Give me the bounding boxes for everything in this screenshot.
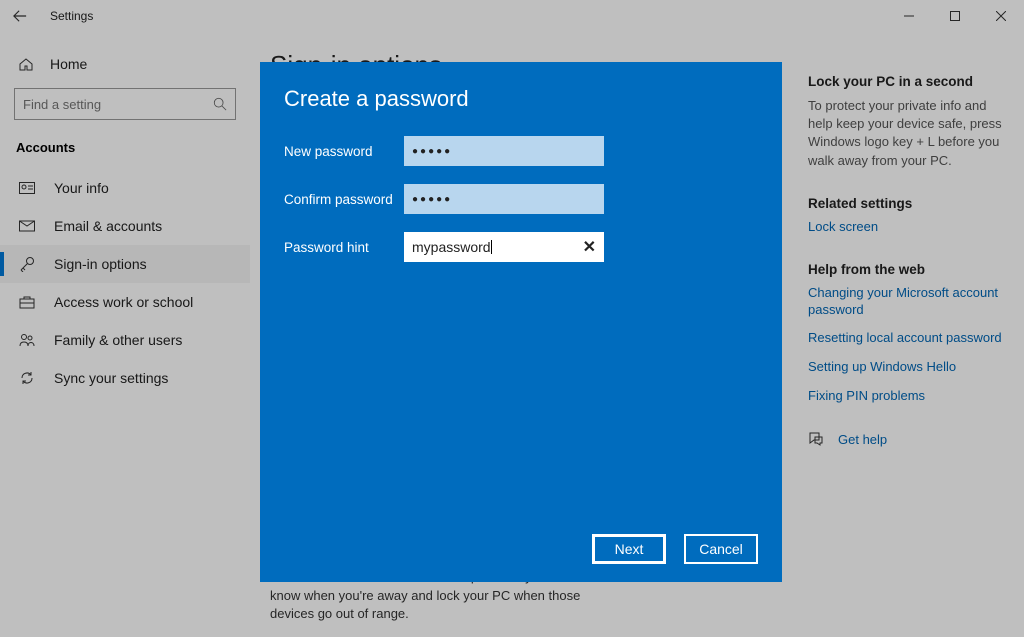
clear-hint-button[interactable]: ✕ (583, 237, 596, 257)
confirm-password-label: Confirm password (284, 192, 404, 207)
next-button[interactable]: Next (592, 534, 666, 564)
new-password-label: New password (284, 144, 404, 159)
password-hint-value: mypassword (412, 239, 491, 255)
new-password-input[interactable]: ●●●●● (404, 136, 604, 166)
confirm-password-input[interactable]: ●●●●● (404, 184, 604, 214)
password-hint-label: Password hint (284, 240, 404, 255)
dialog-title: Create a password (284, 86, 758, 112)
create-password-dialog: Create a password New password ●●●●● Con… (260, 62, 782, 582)
password-hint-input[interactable]: mypassword ✕ (404, 232, 604, 262)
cancel-button[interactable]: Cancel (684, 534, 758, 564)
